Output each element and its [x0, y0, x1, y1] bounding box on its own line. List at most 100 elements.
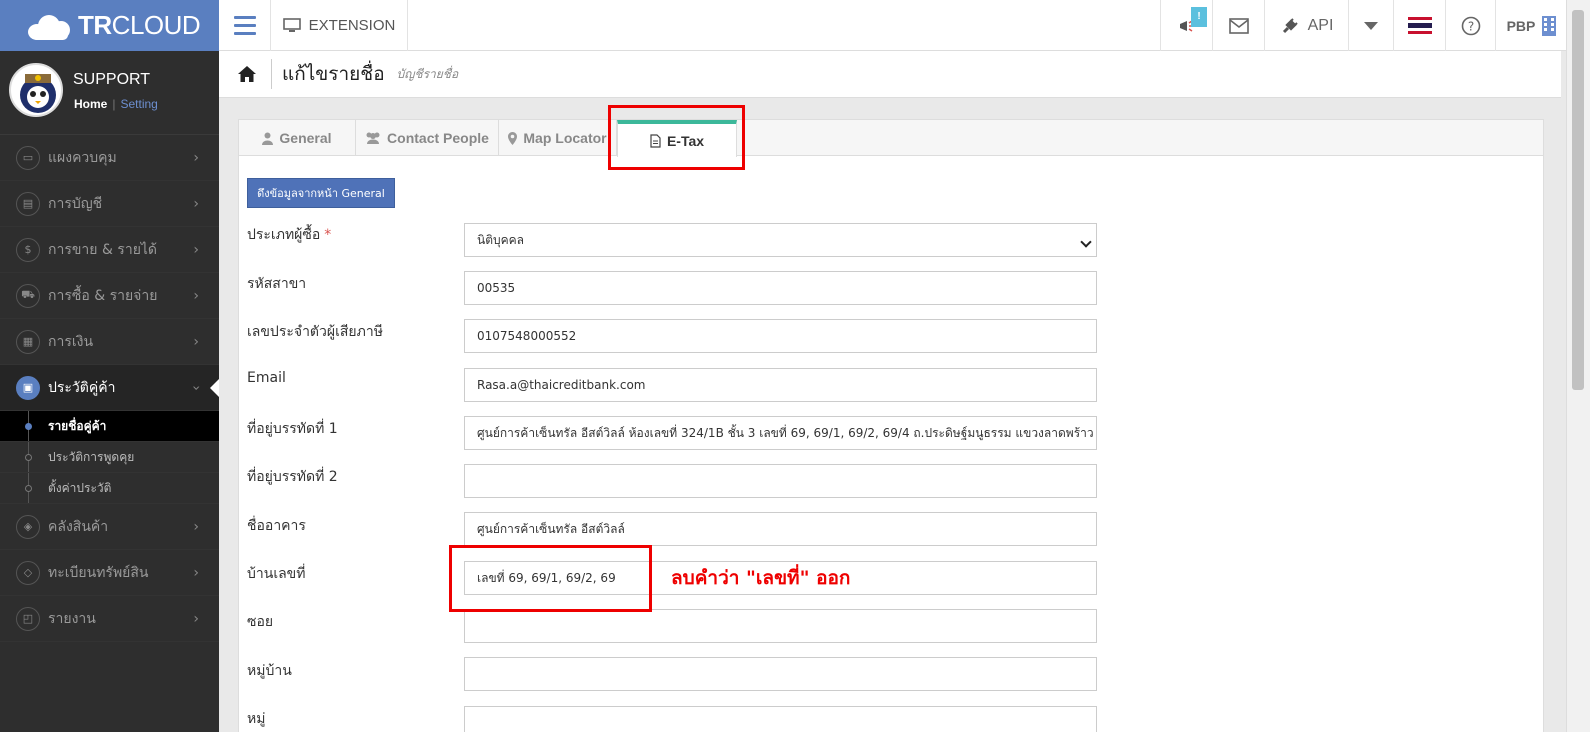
branch-code-label: รหัสสาขา: [247, 276, 307, 292]
company-label: PBP: [1506, 17, 1536, 34]
chevron-right-icon: ›: [193, 333, 199, 350]
chevron-right-icon: ›: [193, 195, 199, 212]
moo-input[interactable]: [464, 706, 1097, 732]
address-line-1-input[interactable]: ศูนย์การค้าเซ็นทรัล อีสต์วิลล์ ห้องเลขที…: [464, 416, 1097, 450]
avatar[interactable]: [9, 63, 63, 117]
sidebar-item-dashboard[interactable]: ▭ แผงควบคุม ›: [0, 135, 219, 181]
building-name-input[interactable]: ศูนย์การค้าเซ็นทรัล อีสต์วิลล์: [464, 512, 1097, 546]
buyer-type-label: ประเภทผู้ซื้อ *: [247, 227, 332, 243]
sidebar-item-sales[interactable]: $ การขาย & รายได้ ›: [0, 227, 219, 273]
plug-icon: [1282, 17, 1298, 33]
question-circle-icon: ?: [1461, 16, 1480, 35]
tax-id-label: เลขประจำตัวผู้เสียภาษี: [247, 324, 383, 340]
map-marker-icon: [508, 131, 518, 145]
village-label: หมู่บ้าน: [247, 663, 292, 679]
caret-down-icon: [1364, 21, 1378, 30]
sidebar-item-accounting[interactable]: ▤ การบัญชี ›: [0, 181, 219, 227]
sidebar-item-reports[interactable]: ◰ รายงาน ›: [0, 596, 219, 642]
tab-general[interactable]: General: [239, 120, 356, 156]
dollar-icon: $: [16, 237, 40, 262]
notification-badge: !: [1191, 7, 1207, 27]
soi-input[interactable]: [464, 609, 1097, 643]
tab-e-tax[interactable]: E-Tax: [617, 120, 737, 157]
home-icon[interactable]: [237, 65, 257, 83]
calendar-icon: ▦: [16, 329, 40, 354]
edit-panel: General Contact People Map Locator E-Tax…: [238, 119, 1544, 732]
tab-map-locator[interactable]: Map Locator: [499, 120, 617, 156]
profile-panel: SUPPORT Home | Setting: [0, 51, 219, 135]
house-number-label: บ้านเลขที่: [247, 566, 306, 582]
thai-flag-icon: [1407, 17, 1432, 34]
diamond-icon: ◇: [16, 560, 40, 585]
sidebar-subitem-history-settings[interactable]: ตั้งค่าประวัติ: [0, 473, 219, 504]
envelope-icon: [1228, 17, 1249, 34]
profile-links: Home | Setting: [74, 97, 158, 111]
tab-contact-people[interactable]: Contact People: [356, 120, 499, 156]
bullet-icon: [25, 485, 32, 492]
user-icon: [262, 132, 274, 145]
sidebar-item-finance[interactable]: ▦ การเงิน ›: [0, 319, 219, 365]
extension-button[interactable]: EXTENSION: [271, 0, 408, 51]
email-label: Email: [247, 370, 286, 386]
mail-button[interactable]: [1212, 0, 1264, 51]
email-input[interactable]: Rasa.a@thaicreditbank.com: [464, 368, 1097, 402]
chevron-right-icon: ›: [193, 241, 199, 258]
chevron-down-icon: ›: [188, 384, 205, 391]
svg-text:?: ?: [1467, 19, 1473, 33]
top-bar: TRCLOUD EXTENSION ! API ? PBP: [0, 0, 1590, 51]
api-label: API: [1307, 16, 1334, 34]
sidebar-item-assets[interactable]: ◇ ทะเบียนทรัพย์สิน ›: [0, 550, 219, 596]
cloud-icon: [26, 12, 74, 40]
sidebar-item-inventory[interactable]: ◈ คลังสินค้า ›: [0, 504, 219, 550]
sidebar-item-partners[interactable]: ▣ ประวัติคู่ค้า ›: [0, 365, 219, 411]
moo-label: หมู่: [247, 711, 266, 727]
menu-toggle-button[interactable]: [219, 0, 271, 51]
sidebar: SUPPORT Home | Setting ▭ แผงควบคุม › ▤ การบ…: [0, 51, 219, 732]
page-subtitle: บัญชีรายชื่อ: [396, 66, 459, 81]
monitor-icon: ▭: [16, 145, 40, 170]
building-icon: [1542, 15, 1557, 36]
file-icon: [650, 133, 661, 148]
chevron-right-icon: ›: [193, 610, 199, 627]
company-button[interactable]: PBP: [1495, 0, 1568, 51]
page-scrollbar[interactable]: [1566, 0, 1590, 732]
pull-general-data-button[interactable]: ดึงข้อมูลจากหน้า General: [247, 178, 395, 208]
address-line-2-input[interactable]: [464, 464, 1097, 498]
bullet-icon: [25, 454, 32, 461]
sidebar-item-purchases[interactable]: ⛟ การซื้อ & รายจ่าย ›: [0, 273, 219, 319]
bullet-icon: [25, 423, 32, 430]
boxes-icon: ◈: [16, 514, 40, 539]
cart-icon: ⛟: [16, 283, 40, 308]
more-dropdown-button[interactable]: [1348, 0, 1393, 51]
report-icon: ◰: [16, 606, 40, 631]
address-line-2-label: ที่อยู่บรรทัดที่ 2: [247, 469, 338, 485]
brand-name: TRCLOUD: [78, 10, 201, 40]
tax-id-input[interactable]: 0107548000552: [464, 319, 1097, 353]
annotation-note: ลบคำว่า "เลขที่" ออก: [671, 567, 851, 589]
profile-name: SUPPORT: [73, 71, 151, 88]
page-title: แก้ไขรายชื่อ: [271, 59, 385, 89]
monitor-icon: [282, 18, 301, 32]
buyer-type-select[interactable]: นิติบุคคล: [464, 223, 1097, 257]
extension-label: EXTENSION: [308, 17, 396, 34]
scrollbar-thumb[interactable]: [1572, 10, 1584, 390]
address-line-1-label: ที่อยู่บรรทัดที่ 1: [247, 421, 338, 437]
profile-home-link[interactable]: Home: [74, 97, 107, 111]
page-header: แก้ไขรายชื่อ บัญชีรายชื่อ: [219, 51, 1561, 98]
help-button[interactable]: ?: [1445, 0, 1495, 51]
chevron-right-icon: ›: [193, 149, 199, 166]
chevron-right-icon: ›: [193, 518, 199, 535]
soi-label: ซอย: [247, 614, 274, 630]
building-name-label: ชื่ออาคาร: [247, 518, 306, 534]
contact-book-icon: ▣: [16, 375, 40, 400]
profile-setting-link[interactable]: Setting: [120, 97, 157, 111]
notification-button[interactable]: !: [1160, 0, 1212, 51]
sidebar-subitem-conversation-history[interactable]: ประวัติการพูดคุย: [0, 442, 219, 473]
sidebar-subitem-partner-list[interactable]: รายชื่อคู่ค้า: [0, 411, 219, 442]
language-button[interactable]: [1393, 0, 1445, 51]
users-icon: [366, 132, 380, 144]
village-input[interactable]: [464, 657, 1097, 691]
branch-code-input[interactable]: 00535: [464, 271, 1097, 305]
api-button[interactable]: API: [1264, 0, 1348, 51]
logo[interactable]: TRCLOUD: [0, 0, 219, 51]
